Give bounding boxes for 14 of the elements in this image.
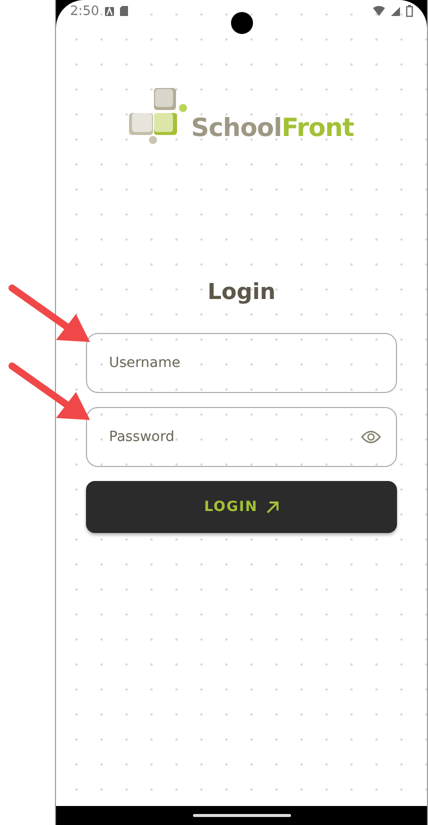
eye-icon[interactable] <box>361 430 381 444</box>
battery-icon <box>406 5 413 17</box>
sd-card-icon <box>120 6 128 16</box>
page-title: Login <box>206 280 277 305</box>
logo-text: SchoolFront <box>191 115 354 140</box>
notification-icon <box>105 6 114 16</box>
password-field[interactable]: Password <box>86 407 397 467</box>
login-button[interactable]: LOGIN <box>86 481 397 533</box>
arrow-icon <box>266 500 279 514</box>
logo-icon <box>129 88 190 146</box>
signal-icon <box>391 6 400 16</box>
username-field[interactable]: Username <box>86 333 397 393</box>
status-time: 2:50 <box>70 4 100 18</box>
wifi-icon <box>373 6 385 16</box>
